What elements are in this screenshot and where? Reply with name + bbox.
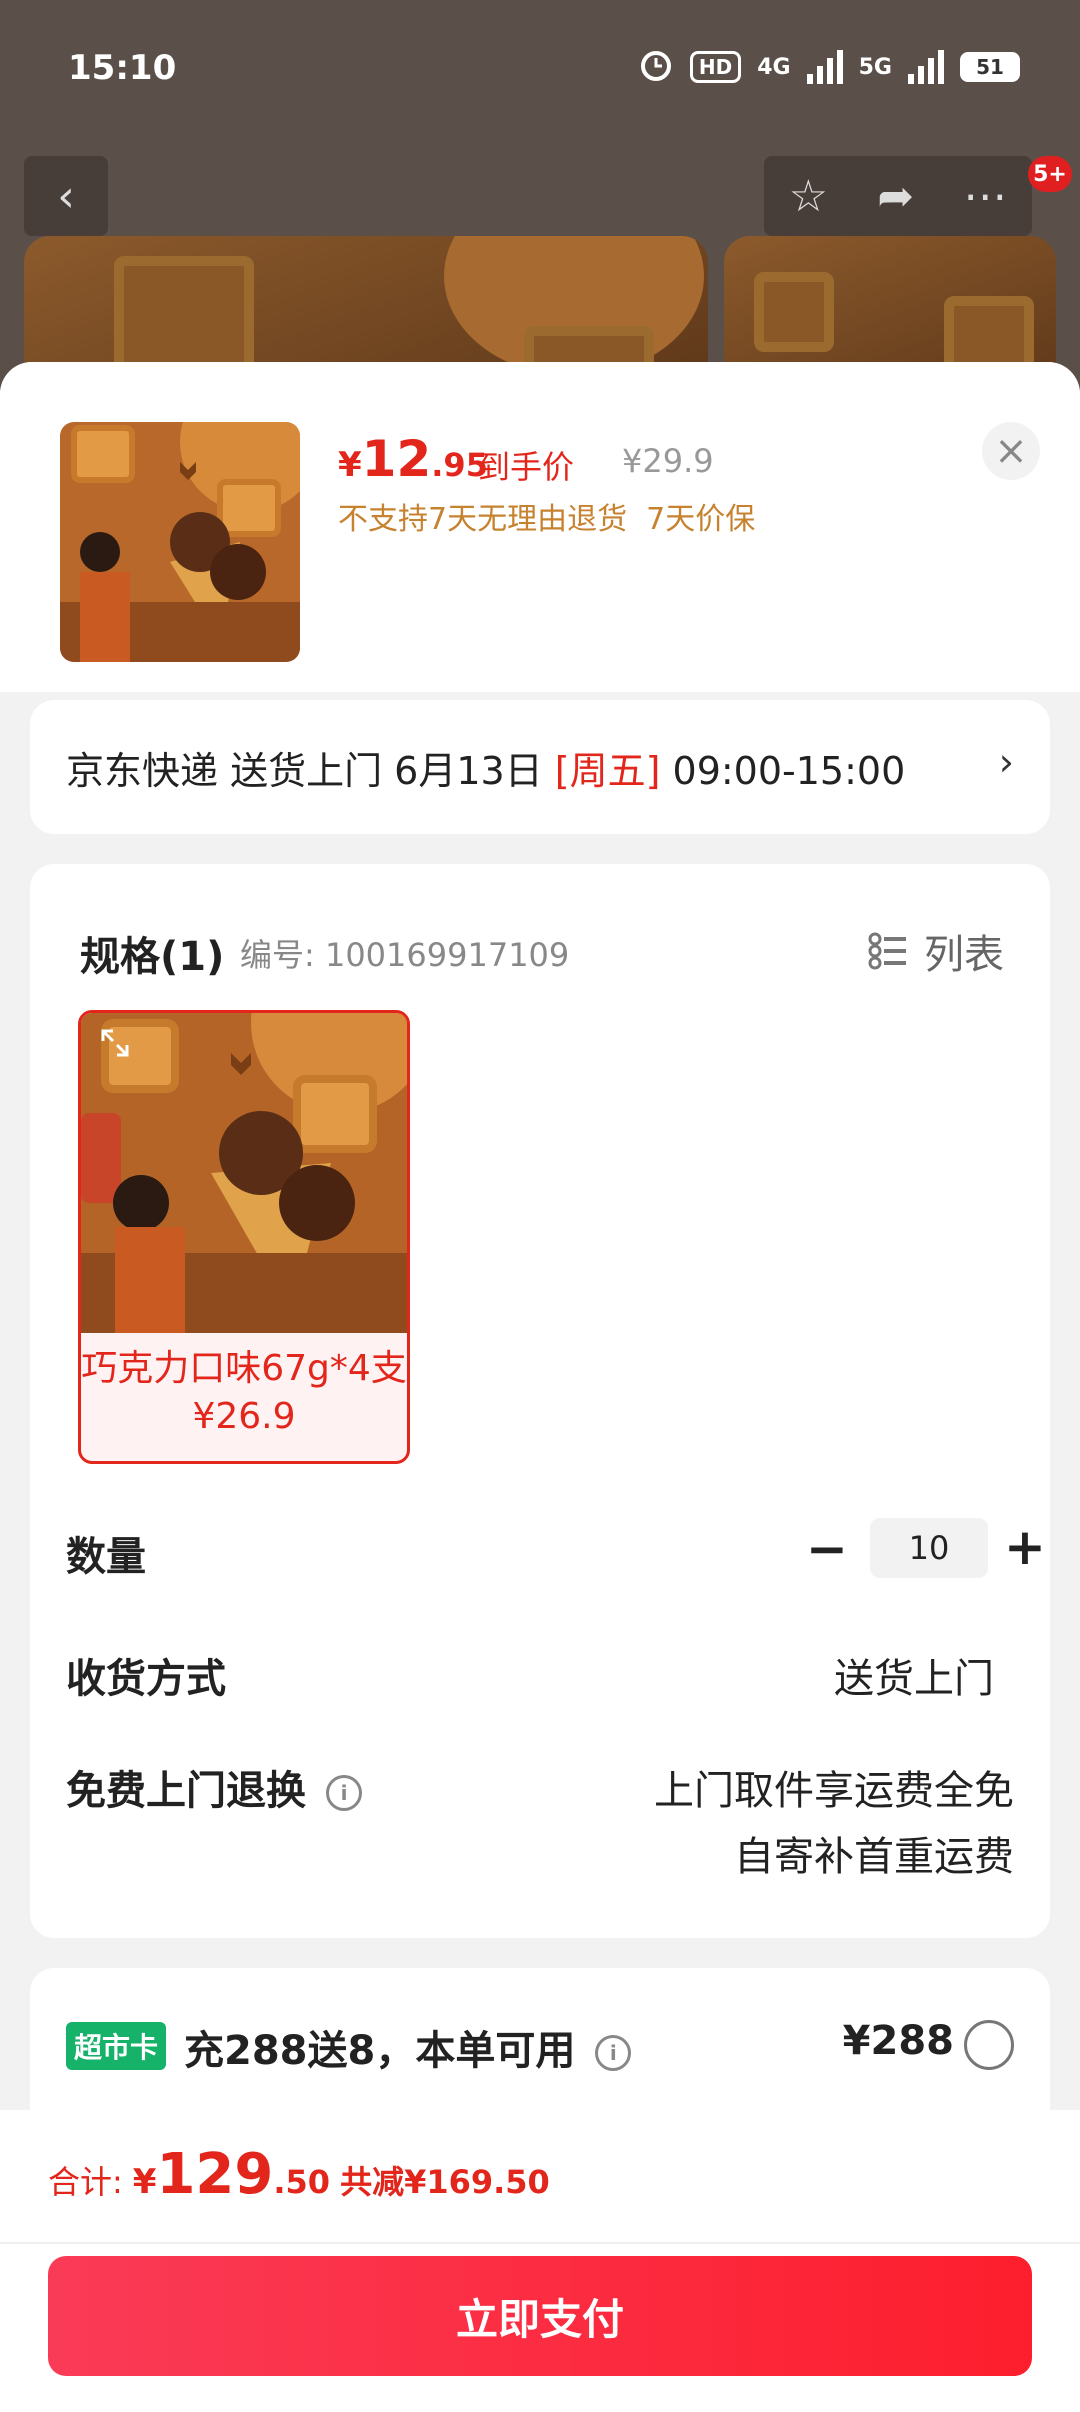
shipping-method-label: 收货方式 [66, 1656, 226, 1702]
spec-option-label: 巧克力口味67g*4支 ¥26.9 [81, 1348, 407, 1437]
network-4g-label: 4G [757, 54, 791, 80]
spec-code: 编号: 100169917109 [240, 936, 570, 974]
delivery-weekday: [周五] [554, 749, 661, 793]
info-icon[interactable]: i [326, 1775, 362, 1811]
spec-card: 规格(1) 编号: 100169917109 列表 巧克力口味67g*4支 ¥2… [30, 864, 1050, 1938]
status-bar: 15:10 HD 4G 5G 51 [0, 0, 1080, 140]
spec-option-image [81, 1013, 407, 1333]
total-amount: 129 [156, 2142, 274, 2207]
quantity-input[interactable]: 10 [870, 1518, 988, 1578]
close-icon: × [994, 428, 1028, 474]
favorite-star-icon[interactable]: ☆ [789, 171, 828, 222]
sheet-header: ¥12.95 到手价 ¥29.9 不支持7天无理由退货 7天价保 × [0, 362, 1080, 692]
battery-icon: 51 [960, 52, 1020, 82]
quantity-row: 数量 − 10 + [66, 1518, 1046, 1584]
supermarket-card-title: 充288送8，本单可用 i [184, 2018, 632, 2076]
message-badge: 5+ [1028, 156, 1072, 192]
list-label: 列表 [924, 932, 1004, 978]
shipping-method-value: 送货上门 [834, 1656, 994, 1702]
delivery-text: 京东快递 送货上门 6月13日 [周五] 09:00-15:00 [66, 749, 906, 793]
chevron-left-icon: ‹ [57, 170, 75, 222]
total-discount: 共减¥169.50 [340, 2163, 550, 2201]
chevron-right-icon: › [998, 740, 1014, 784]
product-thumbnail[interactable] [60, 422, 300, 662]
info-icon[interactable]: i [595, 2035, 632, 2071]
shipping-method-row[interactable]: 收货方式 送货上门 [66, 1646, 1014, 1706]
watermark: ABC好好学习 [410, 1143, 640, 1187]
supermarket-card-radio[interactable] [964, 2020, 1014, 2070]
status-icons: HD 4G 5G 51 [638, 46, 1020, 88]
original-price: ¥29.9 [622, 442, 714, 480]
free-return-row: 免费上门退换 i 上门取件享运费全免 自寄补首重运费 [66, 1758, 1014, 1908]
alarm-icon [638, 46, 674, 88]
supermarket-card-price: ¥288 [842, 2018, 954, 2064]
network-5g-label: 5G [858, 54, 892, 80]
free-return-line1: 上门取件享运费全免 [654, 1768, 1014, 1814]
signal-icon [806, 50, 843, 84]
spec-option-chocolate[interactable]: 巧克力口味67g*4支 ¥26.9 [78, 1010, 410, 1464]
share-icon[interactable]: ➦ [877, 171, 914, 222]
quantity-label: 数量 [66, 1534, 146, 1580]
expand-icon[interactable] [99, 1027, 131, 1059]
free-return-label: 免费上门退换 i [66, 1758, 362, 1816]
price-tag: 到手价 [478, 448, 575, 486]
status-time: 15:10 [68, 48, 177, 88]
more-icon[interactable]: ⋯ [963, 171, 1007, 222]
divider [0, 2242, 1080, 2244]
close-button[interactable]: × [982, 422, 1040, 480]
product-price: ¥12.95 [338, 430, 488, 488]
pay-now-button[interactable]: 立即支付 [48, 2256, 1032, 2376]
free-return-line2: 自寄补首重运费 [734, 1834, 1014, 1880]
total-label: 合计: [48, 2163, 123, 2201]
list-view-button[interactable]: 列表 [868, 922, 1004, 980]
spec-title: 规格(1) [80, 934, 225, 980]
decrease-button[interactable]: − [806, 1520, 848, 1578]
signal-icon-2 [908, 50, 944, 84]
back-button[interactable]: ‹ [24, 156, 108, 236]
total-summary: 合计: ¥129.50 共减¥169.50 [48, 2142, 550, 2207]
supermarket-card-badge: 超市卡 [66, 2022, 167, 2070]
delivery-row[interactable]: 京东快递 送货上门 6月13日 [周五] 09:00-15:00 › [30, 700, 1050, 834]
list-icon [868, 931, 908, 971]
header-actions: ☆ ➦ ⋯ [764, 156, 1032, 236]
hd-icon: HD [689, 51, 742, 83]
increase-button[interactable]: + [1004, 1518, 1046, 1576]
purchase-sheet: ¥12.95 到手价 ¥29.9 不支持7天无理由退货 7天价保 × 京东快递 … [0, 362, 1080, 2412]
checkout-footer: 合计: ¥129.50 共减¥169.50 立即支付 [0, 2110, 1080, 2412]
return-policy: 不支持7天无理由退货 7天价保 [338, 502, 756, 537]
